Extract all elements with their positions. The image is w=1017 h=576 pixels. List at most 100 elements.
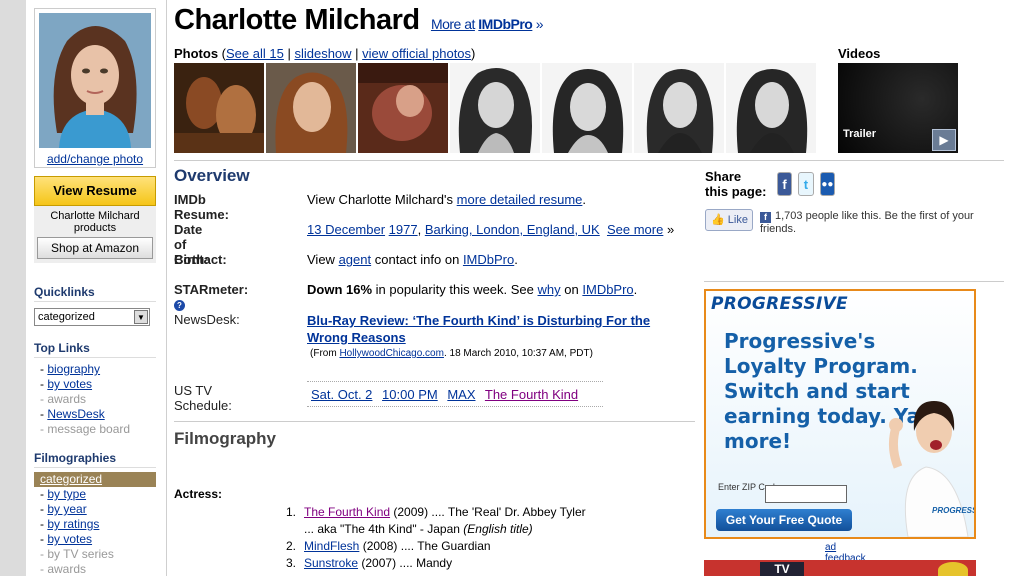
- trailer-video[interactable]: Trailer ▶: [838, 63, 958, 153]
- why-link[interactable]: why: [538, 282, 561, 297]
- filmography-by-ratings[interactable]: - by ratings: [34, 517, 156, 532]
- list-item: 3. Sunstroke (2007) .... Mandy: [286, 556, 453, 570]
- sidebar: add/change photo View Resume Charlotte M…: [34, 8, 156, 576]
- resume-value: View Charlotte Milchard's more detailed …: [307, 192, 587, 207]
- official-photos-link[interactable]: view official photos: [362, 46, 471, 61]
- divider: [704, 281, 1004, 282]
- contact-label: Contact:: [174, 252, 227, 267]
- tv-date-link[interactable]: Sat. Oct. 2: [311, 387, 372, 402]
- toplinks-list: - biography - by votes - awards - NewsDe…: [34, 362, 156, 437]
- filmographies-list: categorized - by type - by year - by rat…: [34, 472, 156, 576]
- toplink-message-board: - message board: [40, 422, 131, 436]
- newsdesk-value: Blu-Ray Review: ‘The Fourth Kind’ is Dis…: [307, 312, 677, 359]
- filmography-categorized[interactable]: categorized: [34, 472, 156, 487]
- free-quote-button[interactable]: Get Your Free Quote: [716, 509, 852, 531]
- tv-time-link[interactable]: 10:00 PM: [382, 387, 438, 402]
- shop-amazon-button[interactable]: Shop at Amazon: [37, 237, 153, 259]
- overview-heading: Overview: [174, 166, 250, 185]
- slideshow-link[interactable]: slideshow: [294, 46, 351, 61]
- share-bar: Share this page: f t ●●: [705, 169, 836, 199]
- news-source-link[interactable]: HollywoodChicago.com: [339, 348, 444, 359]
- profile-photo-box: add/change photo: [34, 8, 156, 168]
- see-more-link[interactable]: See more: [607, 222, 663, 237]
- detailed-resume-link[interactable]: more detailed resume: [457, 192, 583, 207]
- like-button[interactable]: 👍 Like: [705, 209, 753, 231]
- photo-thumbnail[interactable]: [542, 63, 632, 153]
- toplink-biography[interactable]: - biography: [34, 362, 156, 377]
- dob-year-link[interactable]: 1977: [389, 222, 418, 237]
- products-box: Charlotte Milchard products Shop at Amaz…: [34, 206, 156, 263]
- film-title-link[interactable]: MindFlesh: [304, 539, 359, 553]
- share-label: Share this page:: [705, 169, 767, 199]
- divider: [174, 160, 1004, 161]
- starmeter-value: Down 16% in popularity this week. See wh…: [307, 282, 638, 297]
- toplink-awards: - awards: [40, 392, 87, 406]
- name-row: Charlotte Milchard More at IMDbPro »: [174, 4, 544, 37]
- photo-thumbnail[interactable]: [726, 63, 816, 153]
- profile-photo[interactable]: [39, 13, 151, 148]
- toplink-by-votes[interactable]: - by votes: [34, 377, 156, 392]
- sidebar-divider: [166, 0, 167, 576]
- list-item: 1. The Fourth Kind (2009) .... The 'Real'…: [286, 505, 586, 519]
- tv-schedule: Sat. Oct. 2 10:00 PM MAX The Fourth Kind: [307, 381, 603, 407]
- newsdesk-source: (From HollywoodChicago.com. 18 March 201…: [310, 348, 593, 359]
- starmeter-label: STARmeter: ?: [174, 282, 249, 311]
- agent-link[interactable]: agent: [339, 252, 372, 267]
- photo-thumbnails: [174, 63, 816, 153]
- see-all-photos-link[interactable]: See all 15: [226, 46, 284, 61]
- filmography-by-votes[interactable]: - by votes: [34, 532, 156, 547]
- toplinks-heading: Top Links: [34, 341, 156, 358]
- photo-thumbnail[interactable]: [266, 63, 356, 153]
- quicklinks-selected-value: categorized: [38, 311, 95, 323]
- list-item: 2. MindFlesh (2008) .... The Guardian: [286, 539, 491, 553]
- zip-input[interactable]: [765, 485, 847, 503]
- filmography-by-year[interactable]: - by year: [34, 502, 156, 517]
- help-icon[interactable]: ?: [174, 300, 185, 311]
- wb-logo-icon: [938, 562, 968, 576]
- filmography-by-tv-series: - by TV series: [40, 547, 114, 561]
- tv-channel-link[interactable]: MAX: [447, 387, 475, 402]
- facebook-icon[interactable]: f: [776, 172, 793, 196]
- play-icon[interactable]: ▶: [932, 129, 956, 151]
- view-resume-button[interactable]: View Resume: [34, 176, 156, 206]
- photo-thumbnail[interactable]: [358, 63, 448, 153]
- facebook-icon: f: [760, 212, 771, 223]
- divider: [174, 421, 695, 422]
- progressive-ad[interactable]: PROGRESSIVE Progressive's Loyalty Progra…: [704, 289, 976, 539]
- chevron-down-icon[interactable]: ▼: [134, 310, 148, 324]
- birthplace-link[interactable]: Barking, London, England, UK: [425, 222, 600, 237]
- left-margin-strip: [0, 0, 26, 576]
- filmography-by-type[interactable]: - by type: [34, 487, 156, 502]
- add-change-photo-link[interactable]: add/change photo: [39, 152, 151, 166]
- quicklinks-select[interactable]: categorized ▼: [34, 308, 150, 326]
- more-at-imdbpro-link[interactable]: More at IMDbPro »: [431, 16, 544, 32]
- page-title: Charlotte Milchard: [174, 4, 420, 36]
- newsdesk-headline-link[interactable]: Blu-Ray Review: ‘The Fourth Kind’ is Dis…: [307, 313, 650, 345]
- toplink-newsdesk[interactable]: - NewsDesk: [34, 407, 156, 422]
- ad-brand: PROGRESSIVE: [711, 294, 848, 314]
- contact-imdbpro-link[interactable]: IMDbPro: [463, 252, 514, 267]
- myspace-icon[interactable]: ●●: [819, 172, 836, 196]
- newsdesk-label: NewsDesk:: [174, 312, 240, 327]
- twitter-icon[interactable]: t: [798, 172, 814, 196]
- bottom-ad[interactable]: TV: [704, 560, 976, 576]
- photos-label: Photos (See all 15 | slideshow | view of…: [174, 46, 476, 61]
- tv-schedule-label: US TV Schedule:: [174, 383, 232, 413]
- bottom-ad-text: TV: [760, 562, 804, 576]
- resume-label: IMDb Resume:: [174, 192, 229, 222]
- photo-thumbnail[interactable]: [634, 63, 724, 153]
- film-title-link[interactable]: Sunstroke: [304, 556, 358, 570]
- photo-thumbnail[interactable]: [450, 63, 540, 153]
- tv-title-link[interactable]: The Fourth Kind: [485, 387, 578, 402]
- film-title-link[interactable]: The Fourth Kind: [304, 505, 390, 519]
- dob-value: 13 December 1977, Barking, London, Engla…: [307, 222, 675, 237]
- starmeter-imdbpro-link[interactable]: IMDbPro: [582, 282, 633, 297]
- actress-label: Actress:: [174, 487, 223, 501]
- videos-label: Videos: [838, 46, 881, 61]
- thumbs-up-icon: 👍: [711, 214, 725, 226]
- ad-woman-image: PROGRESSIVE: [888, 401, 974, 537]
- photo-thumbnail[interactable]: [174, 63, 264, 153]
- filmography-list: 1. The Fourth Kind (2009) .... The 'Real'…: [286, 504, 586, 572]
- dob-day-link[interactable]: 13 December: [307, 222, 385, 237]
- trailer-label: Trailer: [843, 128, 877, 140]
